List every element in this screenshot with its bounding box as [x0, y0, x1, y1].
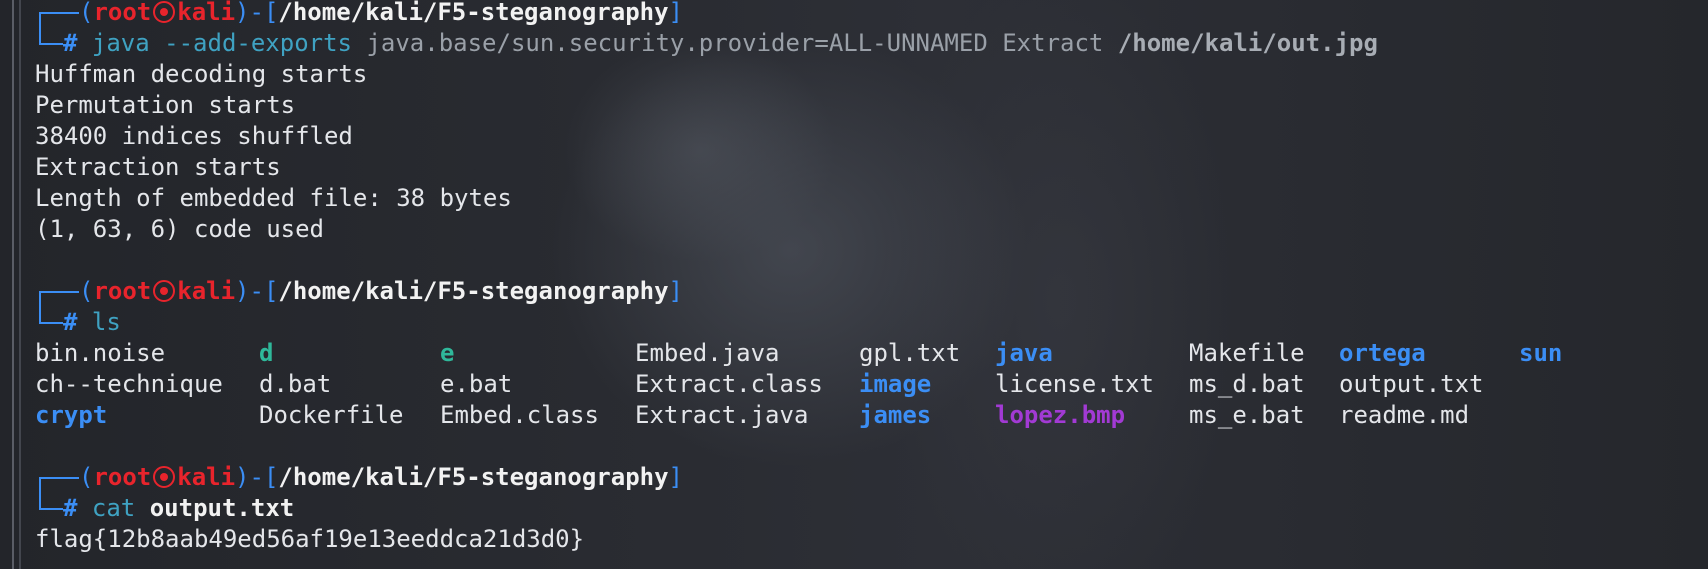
- flag-output: flag{12b8aab49ed56af19e13eeddca21d3d0}: [35, 525, 585, 553]
- command-argument: java.base/sun.security.provider=ALL-UNNA…: [366, 29, 1104, 57]
- ls-entry-dir: sun: [1519, 339, 1563, 367]
- ls-entry-dir: java: [995, 339, 1053, 367]
- prompt-symbol: #: [63, 29, 78, 57]
- ls-entry-exec: e: [440, 339, 455, 367]
- terminal-window[interactable]: (root kali)-[/home/kali/F5-steganography]…: [0, 0, 1708, 569]
- window-border-left: [12, 0, 14, 569]
- prompt-host: kali: [177, 463, 236, 491]
- command-name: java: [91, 29, 150, 57]
- output-line: Permutation starts: [35, 91, 296, 119]
- kali-skull-icon: [153, 280, 176, 302]
- shell-prompt: (root kali)-[/home/kali/F5-steganography]…: [35, 0, 1708, 59]
- prompt-cwd: /home/kali/F5-steganography: [278, 0, 669, 26]
- prompt-cwd: /home/kali/F5-steganography: [278, 277, 669, 305]
- command-name: cat: [91, 494, 136, 522]
- shell-prompt: (root kali)-[/home/kali/F5-steganography]…: [35, 462, 1708, 524]
- prompt-bracket: ]: [668, 0, 683, 26]
- shell-prompt: (root kali)-[/home/kali/F5-steganography]…: [35, 276, 1708, 338]
- ls-entry-file: e.bat: [440, 370, 513, 398]
- prompt-paren: (: [79, 463, 94, 491]
- command-argument: output.txt: [149, 494, 295, 522]
- ls-entry-dir: ortega: [1339, 339, 1426, 367]
- ls-entry-file: Extract.java: [635, 401, 809, 429]
- command-path-argument: /home/kali/out.jpg: [1117, 29, 1378, 57]
- prompt-symbol: #: [63, 308, 78, 336]
- command-option: --add-exports: [164, 29, 352, 57]
- output-line: Extraction starts: [35, 153, 281, 181]
- ls-entry-file: output.txt: [1339, 370, 1484, 398]
- prompt-user: root: [93, 0, 152, 26]
- prompt-bracket: -[: [249, 463, 279, 491]
- prompt-bracket: -[: [249, 0, 279, 26]
- prompt-bracket: ]: [668, 277, 683, 305]
- ls-entry-dir: crypt: [35, 401, 108, 429]
- prompt-frame-corner: [39, 305, 63, 324]
- ls-entry-dir: james: [859, 401, 932, 429]
- prompt-host: kali: [177, 277, 236, 305]
- prompt-frame-corner: [39, 26, 63, 45]
- prompt-user: root: [93, 463, 152, 491]
- ls-entry-file: Dockerfile: [259, 401, 404, 429]
- output-line: Length of embedded file: 38 bytes: [35, 184, 512, 212]
- ls-entry-file: bin.noise: [35, 339, 166, 367]
- prompt-frame-corner: [39, 491, 63, 510]
- ls-entry-exec: d: [259, 339, 274, 367]
- output-line: Huffman decoding starts: [35, 60, 368, 88]
- prompt-paren: (: [79, 0, 94, 26]
- ls-entry-file: readme.md: [1339, 401, 1470, 429]
- ls-entry-file: ch--technique: [35, 370, 223, 398]
- ls-entry-file: gpl.txt: [859, 339, 961, 367]
- ls-entry-file: d.bat: [259, 370, 332, 398]
- ls-entry-img: lopez.bmp: [995, 401, 1126, 429]
- prompt-cwd: /home/kali/F5-steganography: [278, 463, 669, 491]
- ls-entry-file: license.txt: [995, 370, 1154, 398]
- prompt-paren: ): [235, 277, 250, 305]
- scrollbar-track[interactable]: [19, 0, 21, 569]
- output-line: 38400 indices shuffled: [35, 122, 353, 150]
- command-name: ls: [91, 308, 121, 336]
- ls-listing: bin.noise ch--technique crypt d d.bat Dockerf…: [35, 338, 1708, 431]
- prompt-user: root: [93, 277, 152, 305]
- ls-entry-file: Makefile: [1189, 339, 1305, 367]
- ls-entry-file: Extract.class: [635, 370, 823, 398]
- ls-entry-dir: image: [859, 370, 932, 398]
- prompt-bracket: -[: [249, 277, 279, 305]
- ls-entry-file: Embed.class: [440, 401, 599, 429]
- prompt-paren: (: [79, 277, 94, 305]
- prompt-host: kali: [177, 0, 236, 26]
- prompt-paren: ): [235, 463, 250, 491]
- ls-entry-file: ms_e.bat: [1189, 401, 1305, 429]
- terminal-content[interactable]: (root kali)-[/home/kali/F5-steganography]…: [35, 0, 1708, 555]
- output-line: (1, 63, 6) code used: [35, 215, 324, 243]
- kali-skull-icon: [153, 1, 176, 23]
- prompt-bracket: ]: [668, 463, 683, 491]
- kali-skull-icon: [153, 466, 176, 488]
- prompt-symbol: #: [63, 494, 78, 522]
- ls-entry-file: ms_d.bat: [1189, 370, 1305, 398]
- prompt-paren: ): [235, 0, 250, 26]
- ls-entry-file: Embed.java: [635, 339, 780, 367]
